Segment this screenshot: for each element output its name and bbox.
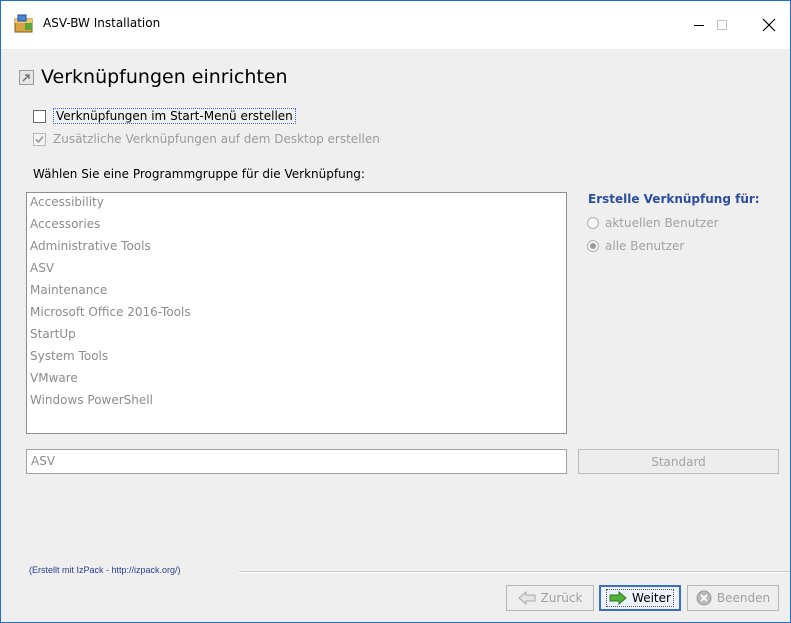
- list-item[interactable]: Accessibility: [30, 195, 104, 209]
- next-button[interactable]: Weiter: [599, 585, 681, 611]
- program-group-list[interactable]: Accessibility Accessories Administrative…: [26, 192, 567, 434]
- radio-current-user[interactable]: aktuellen Benutzer: [587, 216, 719, 230]
- arrow-right-icon: [609, 591, 627, 605]
- list-item[interactable]: Accessories: [30, 217, 100, 231]
- radio-all-users-label: alle Benutzer: [605, 239, 685, 253]
- radio-current-user-label: aktuellen Benutzer: [605, 216, 719, 230]
- program-group-name-input[interactable]: ASV: [26, 449, 567, 474]
- close-button[interactable]: [746, 1, 791, 49]
- list-item[interactable]: Microsoft Office 2016-Tools: [30, 305, 191, 319]
- installer-panel: Verknüpfungen einrichten Verknüpfungen i…: [1, 49, 790, 622]
- back-button[interactable]: Zurück: [506, 585, 594, 611]
- start-menu-checkbox[interactable]: Verknüpfungen im Start-Menü erstellen: [33, 108, 296, 124]
- desktop-shortcut-checkbox[interactable]: Zusätzliche Verknüpfungen auf dem Deskto…: [33, 132, 380, 146]
- checkbox-box[interactable]: [33, 132, 46, 146]
- close-icon: [762, 18, 776, 32]
- list-item[interactable]: Windows PowerShell: [30, 393, 153, 407]
- list-item[interactable]: System Tools: [30, 349, 108, 363]
- desktop-shortcut-checkbox-label: Zusätzliche Verknüpfungen auf dem Deskto…: [53, 132, 380, 146]
- page-header: Verknüpfungen einrichten: [19, 66, 288, 88]
- radio-button[interactable]: [587, 217, 599, 229]
- page-title: Verknüpfungen einrichten: [41, 66, 288, 88]
- installer-window: ASV-BW Installation Verknüpfungen einric…: [0, 0, 791, 623]
- list-item[interactable]: Administrative Tools: [30, 239, 151, 253]
- checkmark-icon: [35, 135, 44, 143]
- start-menu-checkbox-label: Verknüpfungen im Start-Menü erstellen: [53, 108, 296, 124]
- default-button[interactable]: Standard: [578, 449, 779, 474]
- quit-button-label: Beenden: [716, 591, 771, 605]
- shortcut-for-heading: Erstelle Verknüpfung für:: [588, 192, 760, 206]
- footer-divider: [239, 571, 790, 573]
- radio-all-users[interactable]: alle Benutzer: [587, 239, 684, 253]
- next-button-label: Weiter: [632, 591, 671, 605]
- list-item[interactable]: StartUp: [30, 327, 76, 341]
- program-group-prompt: Wählen Sie eine Programmgruppe für die V…: [33, 167, 365, 181]
- list-item[interactable]: Maintenance: [30, 283, 107, 297]
- title-bar: ASV-BW Installation: [1, 1, 790, 49]
- list-item[interactable]: VMware: [30, 371, 78, 385]
- cancel-icon: [696, 590, 712, 606]
- window-title: ASV-BW Installation: [43, 16, 161, 30]
- shortcut-icon: [19, 69, 34, 85]
- maximize-button[interactable]: [699, 1, 745, 49]
- installer-app-icon: [14, 14, 34, 34]
- checkbox-box[interactable]: [33, 109, 46, 123]
- list-item[interactable]: ASV: [30, 261, 54, 275]
- arrow-left-icon: [517, 591, 536, 605]
- quit-button[interactable]: Beenden: [687, 585, 779, 611]
- maximize-icon: [717, 20, 727, 30]
- radio-button[interactable]: [587, 240, 599, 252]
- izpack-credit: (Erstellt mit IzPack - http://izpack.org…: [29, 565, 181, 575]
- back-button-label: Zurück: [540, 591, 583, 605]
